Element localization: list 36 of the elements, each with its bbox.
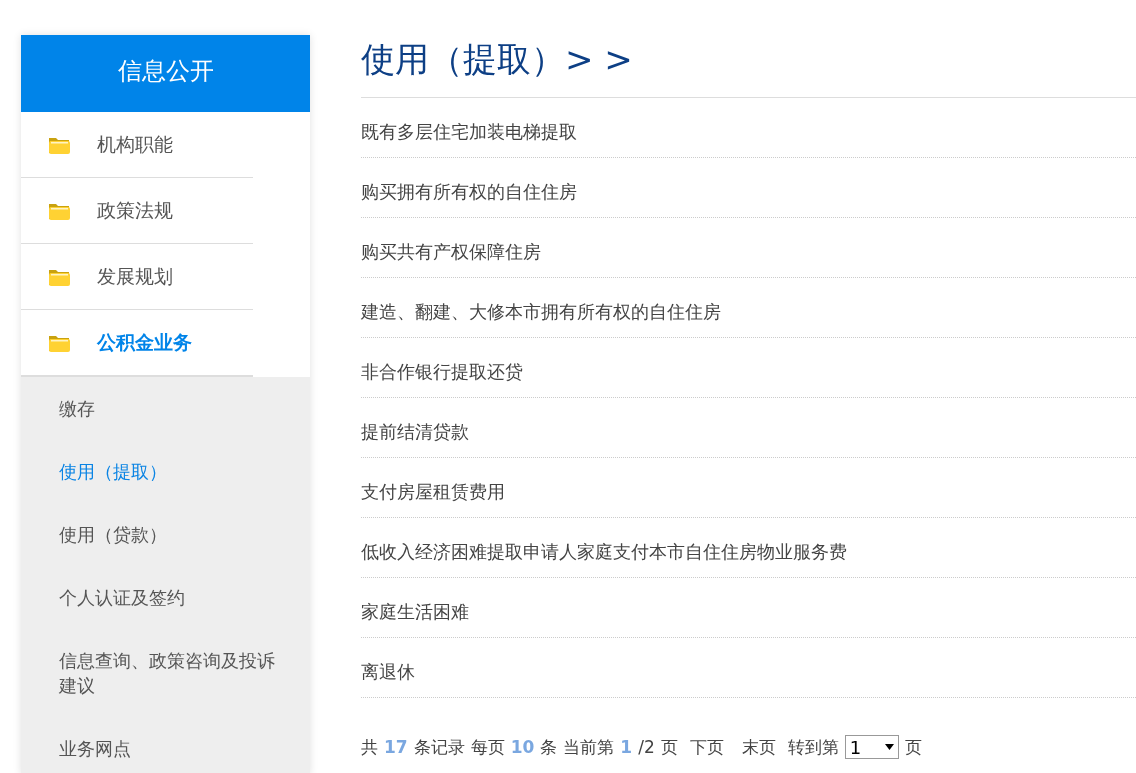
- submenu-item[interactable]: 业务网点: [21, 717, 310, 773]
- pagination-text: 共: [361, 735, 378, 759]
- pagination-count: 10: [510, 737, 535, 757]
- sidebar-header: 信息公开: [21, 35, 310, 112]
- pagination-text: 每页: [470, 735, 505, 759]
- article-link[interactable]: 支付房屋租赁费用: [361, 458, 1136, 518]
- page-title: 使用（提取）> >: [361, 35, 1136, 98]
- sidebar-item[interactable]: 政策法规: [21, 178, 253, 244]
- pagination-text: 条: [540, 735, 558, 759]
- submenu-item[interactable]: 个人认证及签约: [21, 566, 310, 629]
- article-link[interactable]: 既有多层住宅加装电梯提取: [361, 98, 1136, 158]
- pagination-link[interactable]: 下页: [689, 735, 724, 759]
- article-link[interactable]: 购买共有产权保障住房: [361, 218, 1136, 278]
- article-link[interactable]: 家庭生活困难: [361, 578, 1136, 638]
- submenu-item[interactable]: 信息查询、政策咨询及投诉建议: [21, 629, 310, 717]
- pagination-text: 条记录: [413, 735, 465, 759]
- page-select[interactable]: 1: [844, 735, 899, 759]
- pagination-text: 页: [904, 735, 922, 759]
- pagination-count: 1: [620, 737, 633, 757]
- sidebar-item[interactable]: 机构职能: [21, 112, 253, 178]
- pagination-text: 页: [660, 735, 678, 759]
- pagination-text: /2: [638, 737, 655, 757]
- pagination-link[interactable]: 末页: [741, 735, 776, 759]
- article-link[interactable]: 低收入经济困难提取申请人家庭支付本市自住住房物业服务费: [361, 518, 1136, 578]
- article-link[interactable]: 离退休: [361, 638, 1136, 698]
- dropdown-caret-icon: [884, 744, 894, 750]
- pagination-count: 17: [384, 737, 408, 757]
- article-link[interactable]: 建造、翻建、大修本市拥有所有权的自住住房: [361, 278, 1136, 338]
- pagination-text: 转到第: [787, 735, 839, 759]
- submenu-item[interactable]: 缴存: [21, 377, 310, 440]
- sidebar-item[interactable]: 发展规划: [21, 244, 253, 310]
- submenu-item[interactable]: 使用（贷款）: [21, 503, 310, 566]
- article-link[interactable]: 购买拥有所有权的自住住房: [361, 158, 1136, 218]
- pagination-text: 当前第: [563, 735, 615, 759]
- article-link[interactable]: 非合作银行提取还贷: [361, 338, 1136, 398]
- article-link[interactable]: 提前结清贷款: [361, 398, 1136, 458]
